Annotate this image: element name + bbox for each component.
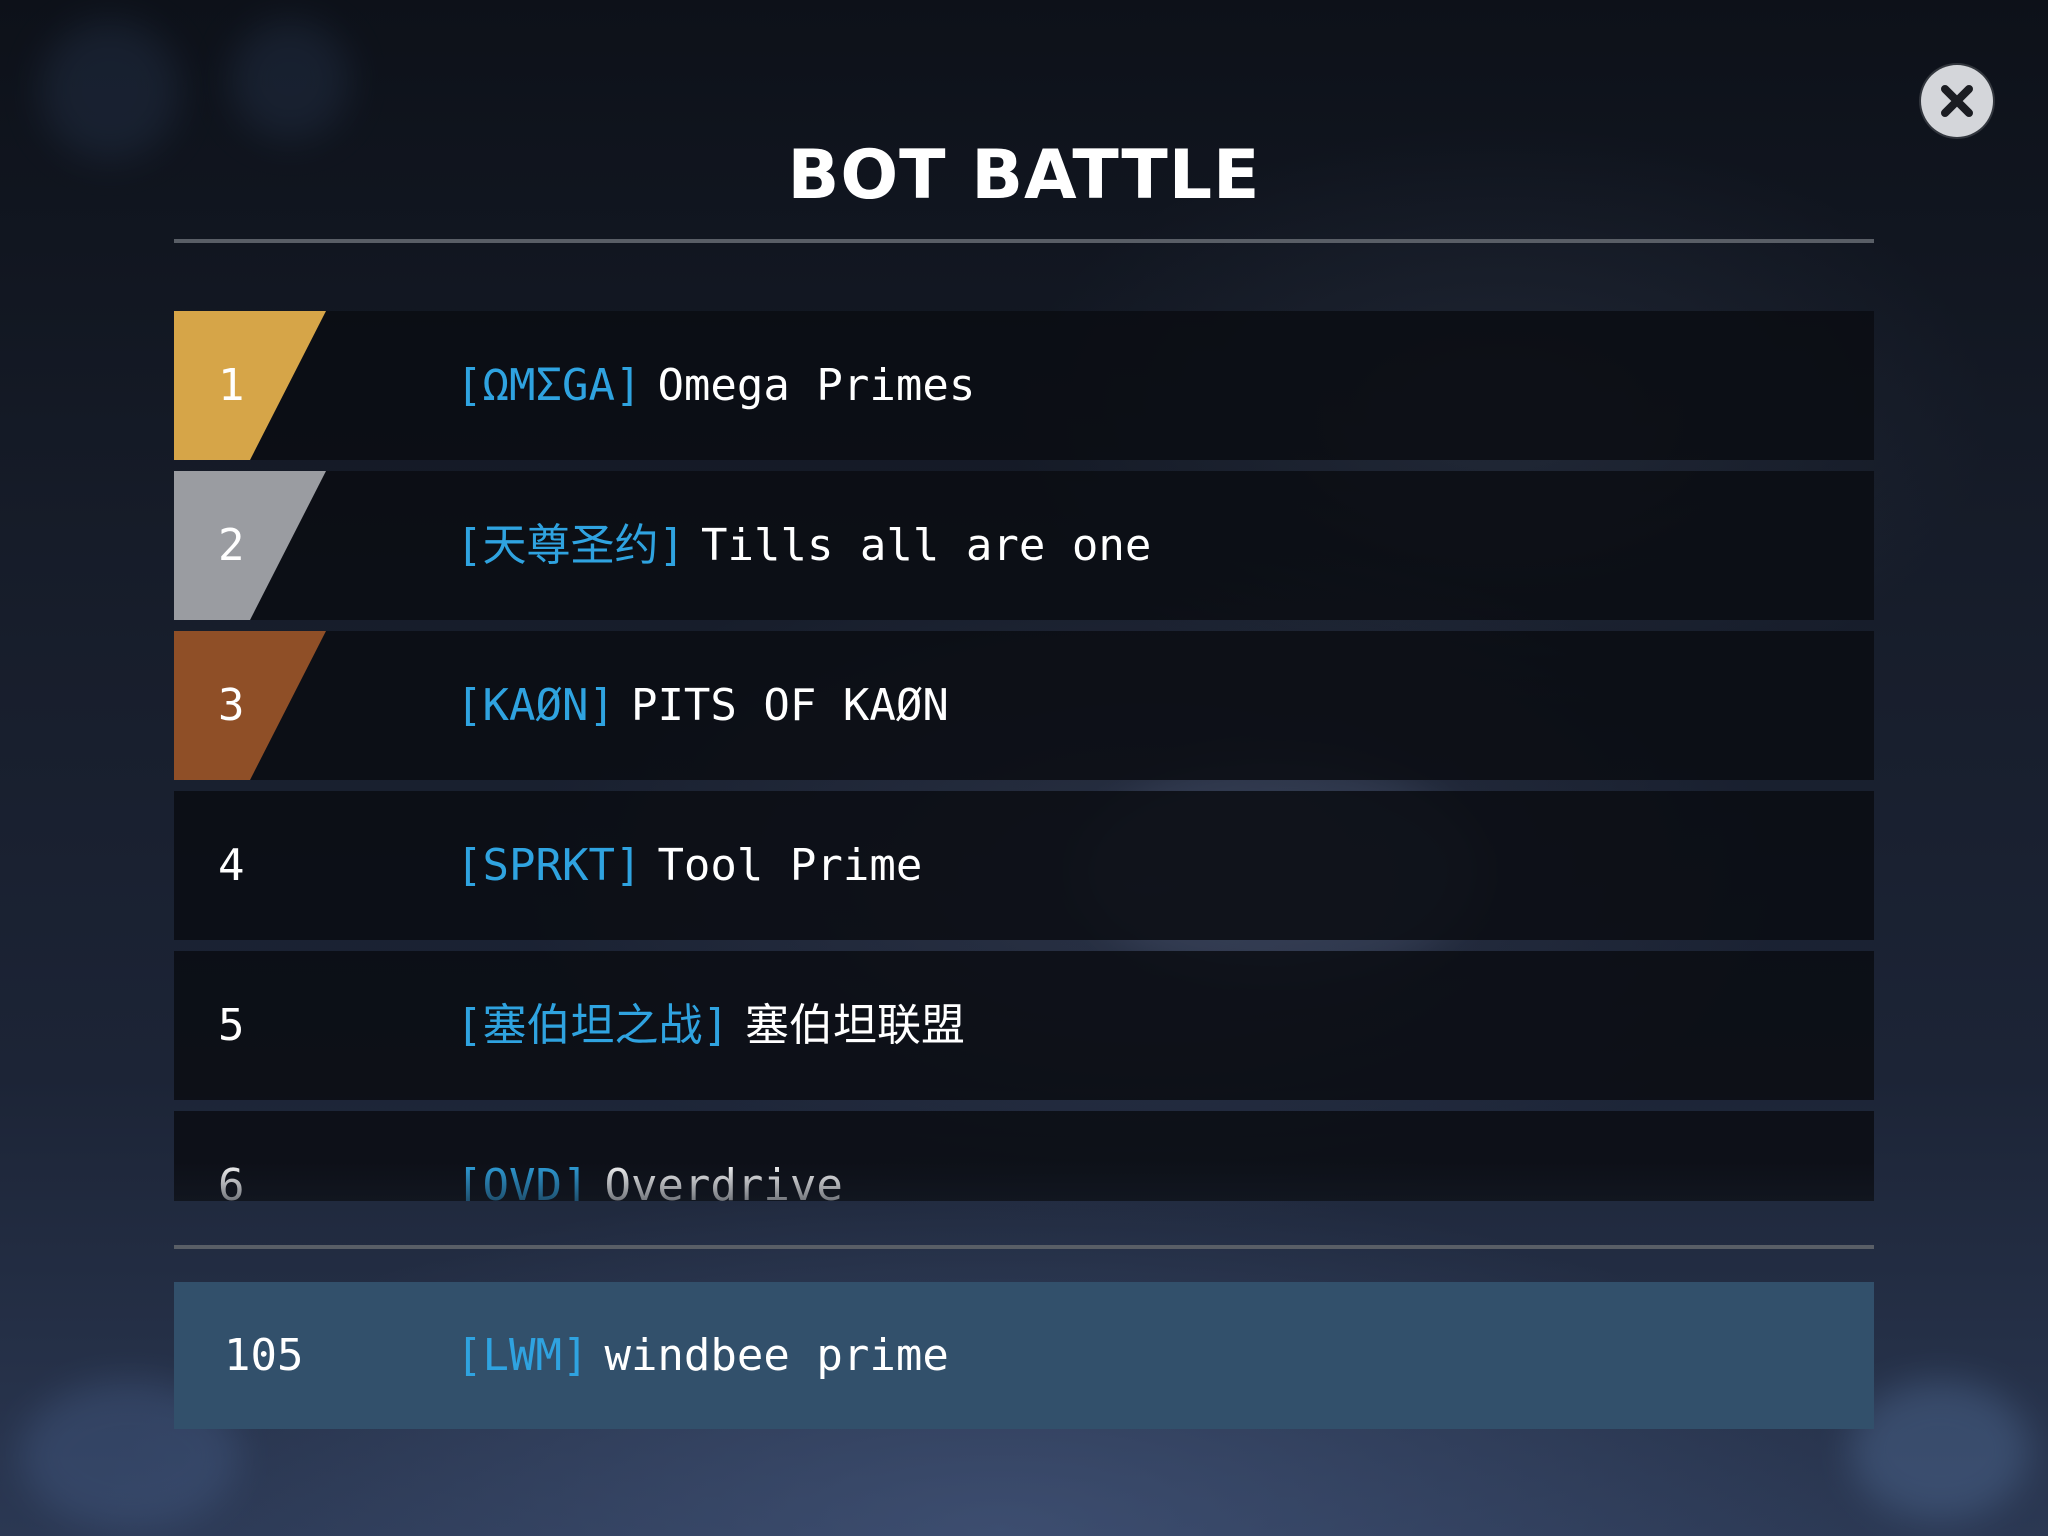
- leaderboard-row[interactable]: 6 [OVD] Overdrive: [174, 1111, 1874, 1201]
- close-icon: [1941, 85, 1973, 117]
- player-alliance-name: [LWM] windbee prime: [456, 1282, 949, 1429]
- alliance-team-name: Omega Primes: [657, 360, 976, 411]
- leaderboard-row[interactable]: 5 [塞伯坦之战] 塞伯坦联盟: [174, 951, 1874, 1100]
- alliance-tag: [SPRKT]: [456, 840, 642, 891]
- rank-number: 1: [218, 360, 245, 411]
- leaderboard-list[interactable]: 1 [ΩMΣGA] Omega Primes 2 [天尊圣约] Tills all …: [174, 311, 1874, 1201]
- page-title: BOT BATTLE: [787, 136, 1261, 215]
- rank-number: 5: [218, 1000, 245, 1051]
- alliance-team-name: 塞伯坦联盟: [744, 1000, 965, 1051]
- background-blur: [230, 20, 350, 140]
- alliance-tag: [ΩMΣGA]: [456, 360, 642, 411]
- alliance-tag: [KAØN]: [456, 680, 615, 731]
- leaderboard-row[interactable]: 4 [SPRKT] Tool Prime: [174, 791, 1874, 940]
- alliance-tag: [塞伯坦之战]: [456, 1000, 729, 1051]
- alliance-team-name: PITS OF KAØN: [630, 680, 949, 731]
- alliance-team-name: Tool Prime: [657, 840, 923, 891]
- alliance-name: [SPRKT] Tool Prime: [456, 791, 922, 940]
- alliance-team-name: Overdrive: [604, 1160, 843, 1201]
- silver-rank-badge: [174, 471, 326, 620]
- player-divider: [174, 1245, 1874, 1249]
- rank-number: 4: [218, 840, 245, 891]
- player-team-name: windbee prime: [604, 1330, 949, 1381]
- title-divider: [174, 239, 1874, 243]
- rank-number: 2: [218, 520, 245, 571]
- alliance-team-name: Tills all are one: [700, 520, 1152, 571]
- leaderboard-row[interactable]: 2 [天尊圣约] Tills all are one: [174, 471, 1874, 620]
- alliance-name: [天尊圣约] Tills all are one: [456, 471, 1151, 620]
- close-button[interactable]: [1921, 65, 1993, 137]
- player-rank-number: 105: [224, 1330, 304, 1381]
- gold-rank-badge: [174, 311, 326, 460]
- player-rank-row[interactable]: 105 [LWM] windbee prime: [174, 1282, 1874, 1429]
- alliance-tag: [天尊圣约]: [456, 520, 685, 571]
- alliance-name: [OVD] Overdrive: [456, 1111, 843, 1201]
- leaderboard-row[interactable]: 3 [KAØN] PITS OF KAØN: [174, 631, 1874, 780]
- background-blur: [1850, 1380, 2030, 1520]
- alliance-name: [塞伯坦之战] 塞伯坦联盟: [456, 951, 965, 1100]
- leaderboard-row[interactable]: 1 [ΩMΣGA] Omega Primes: [174, 311, 1874, 460]
- alliance-name: [KAØN] PITS OF KAØN: [456, 631, 949, 780]
- alliance-name: [ΩMΣGA] Omega Primes: [456, 311, 975, 460]
- bronze-rank-badge: [174, 631, 326, 780]
- rank-number: 3: [218, 680, 245, 731]
- player-alliance-tag: [LWM]: [456, 1330, 589, 1381]
- alliance-tag: [OVD]: [456, 1160, 589, 1201]
- rank-number: 6: [218, 1160, 245, 1201]
